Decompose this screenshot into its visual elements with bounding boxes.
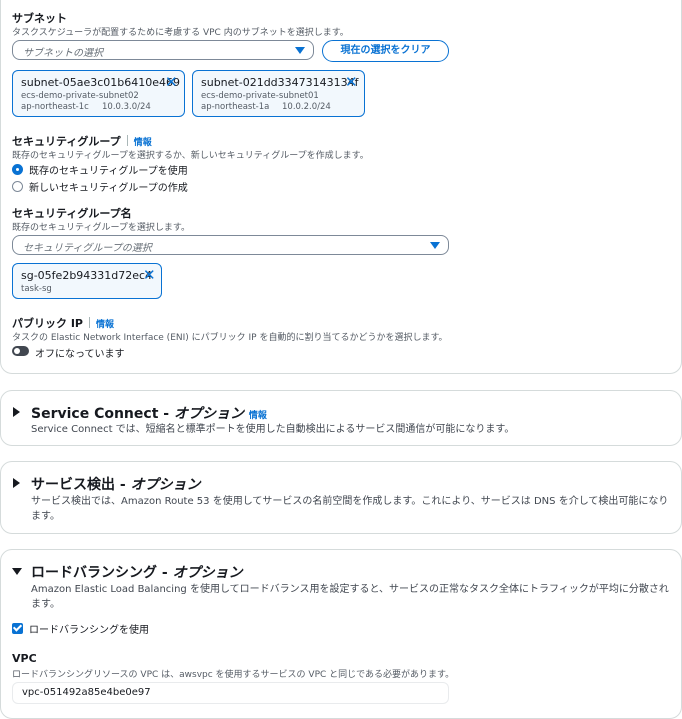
use-load-balancing-label[interactable]: ロードバランシングを使用 bbox=[29, 621, 149, 636]
security-group-name-label: セキュリティグループ名 bbox=[12, 207, 132, 220]
service-connect-description: Service Connect では、短縮名と標準ポートを使用した自動検出による… bbox=[31, 424, 515, 435]
subnet-select-placeholder: サブネットの選択 bbox=[23, 48, 103, 59]
public-ip-toggle-label: オフになっています bbox=[35, 349, 125, 360]
expand-icon[interactable] bbox=[13, 407, 20, 417]
security-group-token-name: task-sg bbox=[21, 284, 52, 294]
subnet-token: subnet-021dd33473143134f ✕ ecs-demo-priv… bbox=[192, 70, 365, 117]
expand-icon[interactable] bbox=[13, 478, 20, 488]
use-load-balancing-checkbox[interactable] bbox=[12, 623, 23, 634]
security-group-token-id: sg-05fe2b94331d72ec4 bbox=[21, 269, 153, 282]
service-discovery-description: サービス検出では、Amazon Route 53 を使用してサービスの名前空間を… bbox=[31, 496, 669, 522]
subnet-token-id: subnet-021dd33473143134f bbox=[201, 76, 359, 89]
collapse-icon[interactable] bbox=[12, 568, 22, 575]
subnet-token-cidr: 10.0.3.0/24 bbox=[102, 102, 151, 112]
radio-use-existing[interactable] bbox=[12, 164, 23, 175]
subnet-select[interactable]: サブネットの選択 bbox=[12, 40, 314, 60]
info-link[interactable]: 情報 bbox=[134, 138, 152, 148]
caret-down-icon bbox=[295, 47, 305, 54]
caret-down-icon bbox=[430, 242, 440, 249]
load-balancing-title-text: ロードバランシング - bbox=[31, 565, 173, 581]
security-group-label-text: セキュリティグループ bbox=[12, 135, 121, 148]
info-link[interactable]: 情報 bbox=[96, 320, 114, 330]
optional-label: オプション bbox=[173, 406, 244, 422]
remove-icon[interactable]: ✕ bbox=[345, 73, 358, 91]
security-group-select-placeholder: セキュリティグループの選択 bbox=[23, 243, 152, 254]
security-group-label: セキュリティグループ 情報 bbox=[12, 133, 152, 149]
remove-icon[interactable]: ✕ bbox=[143, 266, 156, 284]
vpc-value: vpc-051492a85e4be0e97 bbox=[22, 687, 151, 698]
load-balancing-title[interactable]: ロードバランシング - オプション bbox=[31, 562, 243, 582]
load-balancing-description: Amazon Elastic Load Balancing を使用してロードバラ… bbox=[31, 584, 669, 610]
subnet-token: subnet-05ae3c01b6410e469 ✕ ecs-demo-priv… bbox=[12, 70, 185, 117]
vpc-description: ロードバランシングリソースの VPC は、awsvpc を使用するサービスの V… bbox=[12, 670, 455, 680]
subnets-label: サブネット bbox=[12, 12, 67, 25]
security-group-name-description: 既存のセキュリティグループを選択します。 bbox=[12, 223, 191, 233]
security-group-description: 既存のセキュリティグループを選択するか、新しいセキュリティグループを作成します。 bbox=[12, 151, 369, 161]
subnets-description: タスクスケジューラが配置するために考慮する VPC 内のサブネットを選択します。 bbox=[12, 28, 349, 38]
security-group-token: sg-05fe2b94331d72ec4 ✕ task-sg bbox=[12, 263, 162, 299]
public-ip-description: タスクの Elastic Network Interface (ENI) にパブ… bbox=[12, 333, 448, 343]
vpc-label: VPC bbox=[12, 652, 37, 665]
clear-selection-button[interactable]: 現在の選択をクリア bbox=[322, 40, 449, 62]
subnet-token-id: subnet-05ae3c01b6410e469 bbox=[21, 76, 180, 89]
security-group-select[interactable]: セキュリティグループの選択 bbox=[12, 235, 449, 255]
divider bbox=[88, 317, 90, 328]
subnet-token-az: ap-northeast-1c bbox=[21, 102, 89, 112]
public-ip-toggle[interactable] bbox=[12, 346, 29, 356]
subnet-token-az: ap-northeast-1a bbox=[201, 102, 270, 112]
vpc-field: vpc-051492a85e4be0e97 bbox=[12, 682, 449, 704]
service-discovery-title-text: サービス検出 - bbox=[31, 477, 131, 493]
subnet-token-name: ecs-demo-private-subnet01 bbox=[201, 91, 319, 101]
subnet-token-cidr: 10.0.2.0/24 bbox=[282, 102, 331, 112]
subnet-token-name: ecs-demo-private-subnet02 bbox=[21, 91, 139, 101]
remove-icon[interactable]: ✕ bbox=[165, 73, 178, 91]
radio-create-new-label[interactable]: 新しいセキュリティグループの作成 bbox=[29, 179, 188, 194]
radio-use-existing-label[interactable]: 既存のセキュリティグループを使用 bbox=[29, 162, 188, 177]
radio-create-new[interactable] bbox=[12, 181, 23, 192]
info-link[interactable]: 情報 bbox=[249, 411, 267, 421]
service-discovery-title[interactable]: サービス検出 - オプション bbox=[31, 474, 201, 494]
public-ip-label-text: パブリック IP bbox=[12, 317, 83, 330]
service-connect-title[interactable]: Service Connect - オプション 情報 bbox=[31, 403, 267, 423]
public-ip-label: パブリック IP 情報 bbox=[12, 315, 114, 331]
divider bbox=[126, 135, 128, 146]
service-connect-title-text: Service Connect - bbox=[31, 406, 174, 422]
optional-label: オプション bbox=[172, 565, 243, 581]
optional-label: オプション bbox=[130, 477, 201, 493]
